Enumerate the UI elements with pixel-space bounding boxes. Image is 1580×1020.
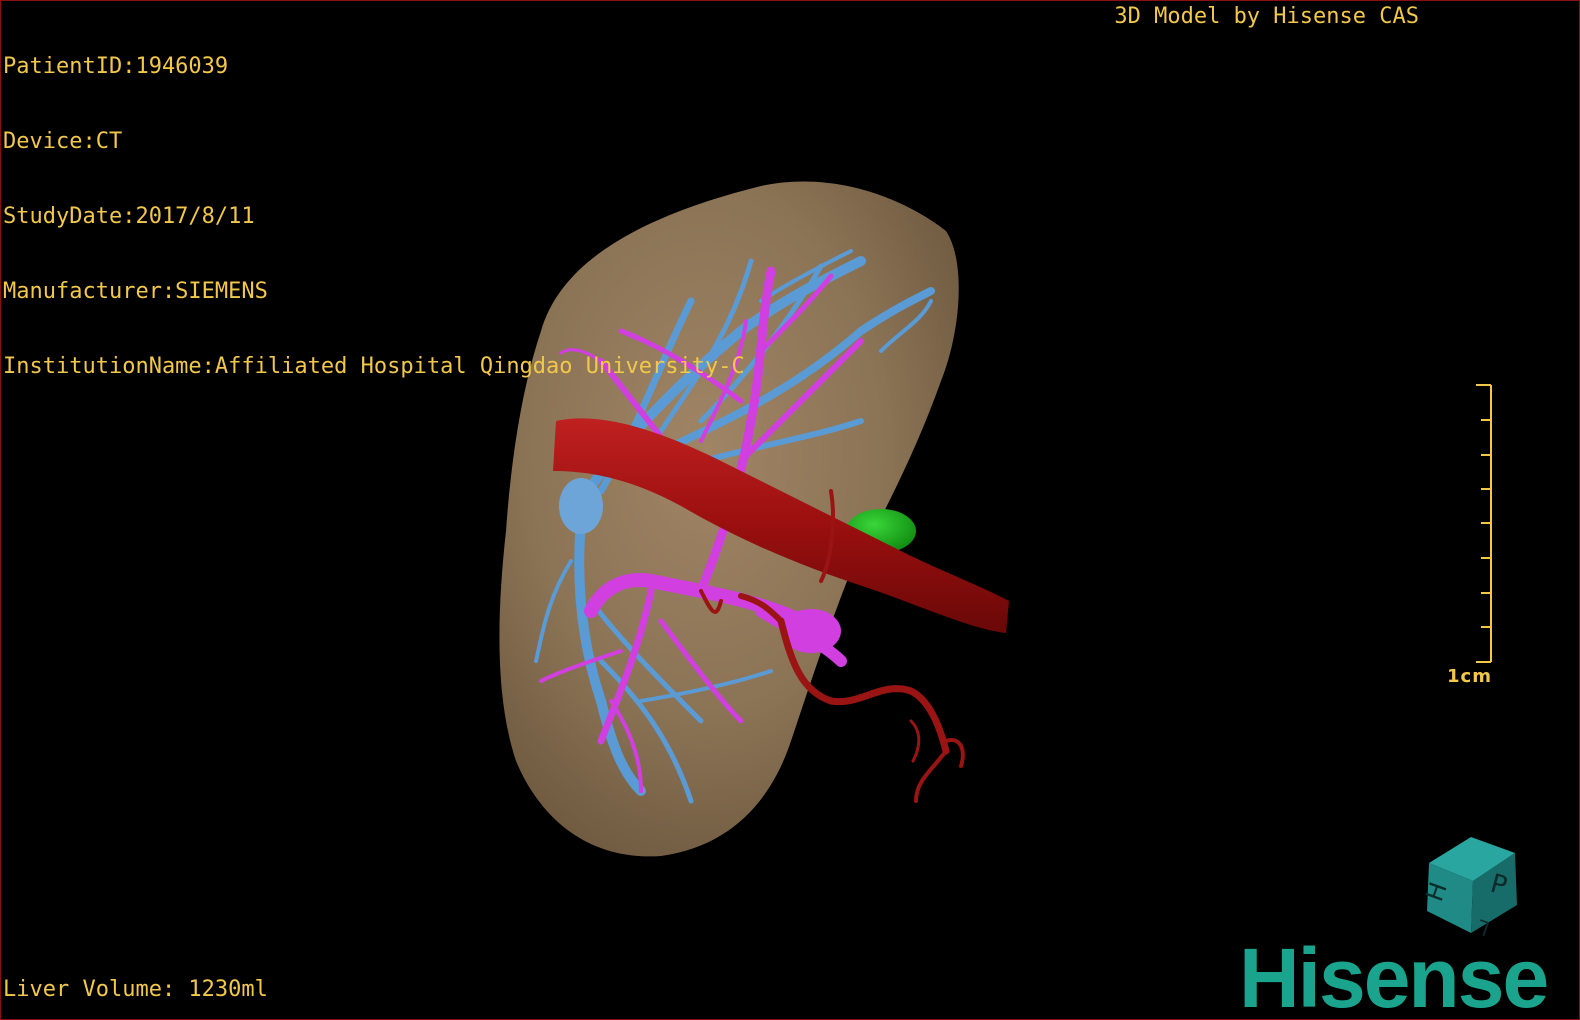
liver-volume: Liver Volume: 1230ml [3,977,268,1002]
model-credit: 3D Model by Hisense CAS [1114,4,1419,29]
scale-bar-label: 1cm [1447,666,1492,687]
institution-name: InstitutionName:Affiliated Hospital Qing… [3,354,745,379]
study-date: StudyDate:2017/8/11 [3,204,255,229]
scale-bar [1476,384,1492,663]
device: Device:CT [3,129,123,154]
3d-viewport[interactable]: PatientID:1946039 Device:CT StudyDate:20… [0,0,1580,1020]
orientation-cube[interactable]: P H L [1419,833,1523,937]
patient-id: PatientID:1946039 [3,54,229,79]
patient-info-overlay: PatientID:1946039 Device:CT StudyDate:20… [3,4,745,429]
hisense-logo: Hisense [1239,931,1549,1020]
manufacturer: Manufacturer:SIEMENS [3,279,268,304]
